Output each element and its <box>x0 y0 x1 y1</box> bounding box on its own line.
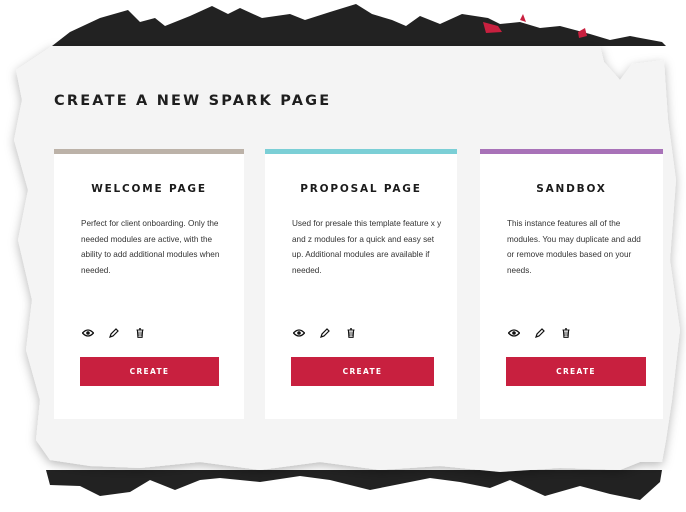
card-welcome-page: WELCOME PAGE Perfect for client onboardi… <box>54 149 244 419</box>
eye-icon[interactable] <box>81 327 95 339</box>
card-title: PROPOSAL PAGE <box>300 183 422 195</box>
create-button[interactable]: CREATE <box>291 357 434 386</box>
pencil-icon[interactable] <box>533 327 547 339</box>
trash-icon[interactable] <box>133 327 147 339</box>
page-title: CREATE A NEW SPARK PAGE <box>54 93 332 109</box>
eye-icon[interactable] <box>292 327 306 339</box>
card-actions <box>507 327 573 339</box>
card-title: SANDBOX <box>536 183 607 195</box>
card-proposal-page: PROPOSAL PAGE Used for presale this temp… <box>265 149 457 419</box>
card-accent-bar <box>265 149 457 154</box>
pencil-icon[interactable] <box>107 327 121 339</box>
spark-page-panel: CREATE A NEW SPARK PAGE WELCOME PAGE Per… <box>0 0 686 512</box>
card-actions <box>292 327 358 339</box>
card-sandbox: SANDBOX This instance features all of th… <box>480 149 663 419</box>
create-button[interactable]: CREATE <box>506 357 646 386</box>
card-description: Used for presale this template feature x… <box>292 219 442 275</box>
trash-icon[interactable] <box>559 327 573 339</box>
card-description: This instance features all of the module… <box>507 219 641 275</box>
create-button[interactable]: CREATE <box>80 357 219 386</box>
card-title: WELCOME PAGE <box>91 183 207 195</box>
card-accent-bar <box>480 149 663 154</box>
card-accent-bar <box>54 149 244 154</box>
card-description: Perfect for client onboarding. Only the … <box>81 219 220 275</box>
card-actions <box>81 327 147 339</box>
eye-icon[interactable] <box>507 327 521 339</box>
trash-icon[interactable] <box>344 327 358 339</box>
pencil-icon[interactable] <box>318 327 332 339</box>
